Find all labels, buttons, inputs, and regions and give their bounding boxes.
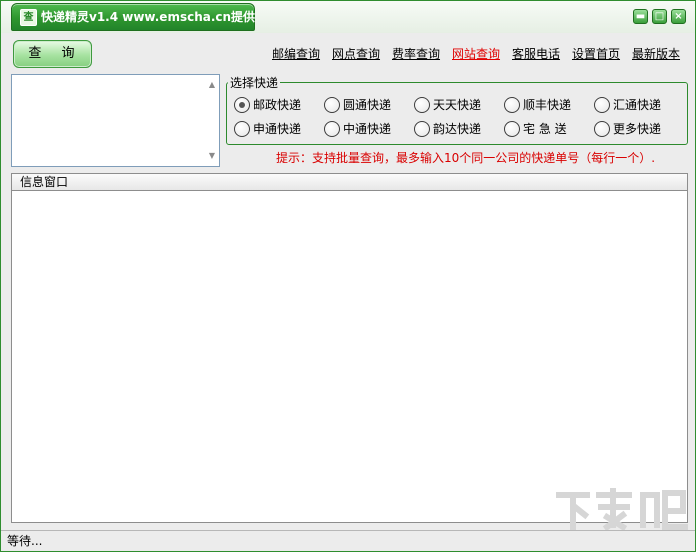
radio-icon (504, 121, 520, 137)
tracking-number-input[interactable]: ▲ ▼ (11, 74, 220, 167)
link-service-phone[interactable]: 客服电话 (512, 45, 560, 62)
radio-icon (414, 121, 430, 137)
minimize-button[interactable]: ▬ (633, 9, 648, 24)
radio-icon (324, 97, 340, 113)
tip-text: 提示：支持批量查询，最多输入10个同一公司的快递单号（每行一个）. (276, 151, 656, 165)
radio-icon (234, 121, 250, 137)
main-window: 查 快递精灵v1.4 www.emscha.cn提供 ▬ □ × 查 询 邮编查… (0, 0, 696, 552)
maximize-button[interactable]: □ (652, 9, 667, 24)
info-window-content[interactable] (11, 191, 688, 523)
link-postcode-query[interactable]: 邮编查询 (272, 45, 320, 62)
link-outlet-query[interactable]: 网点查询 (332, 45, 380, 62)
radio-icon (414, 97, 430, 113)
radio-selected-icon (234, 97, 250, 113)
radio-icon (594, 97, 610, 113)
link-set-homepage[interactable]: 设置首页 (572, 45, 620, 62)
title-tab: 查 快递精灵v1.4 www.emscha.cn提供 (11, 3, 255, 31)
title-bar[interactable]: 查 快递精灵v1.4 www.emscha.cn提供 ▬ □ × (1, 1, 695, 33)
courier-group-legend: 选择快递 (228, 74, 281, 91)
query-button[interactable]: 查 询 (13, 40, 92, 68)
scroll-down-icon[interactable]: ▼ (208, 152, 216, 160)
window-title: 快递精灵v1.4 www.emscha.cn提供 (41, 10, 256, 24)
radio-icon (594, 121, 610, 137)
watermark-logo (556, 488, 688, 532)
app-icon: 查 (20, 9, 37, 26)
info-window-header: 信息窗口 (11, 173, 688, 191)
link-website-query[interactable]: 网站查询 (452, 45, 500, 62)
status-bar: 等待... (1, 530, 695, 551)
link-latest-version[interactable]: 最新版本 (632, 45, 680, 62)
radio-icon (504, 97, 520, 113)
close-button[interactable]: × (671, 9, 686, 24)
radio-icon (324, 121, 340, 137)
link-rate-query[interactable]: 费率查询 (392, 45, 440, 62)
scroll-up-icon[interactable]: ▲ (208, 81, 216, 89)
